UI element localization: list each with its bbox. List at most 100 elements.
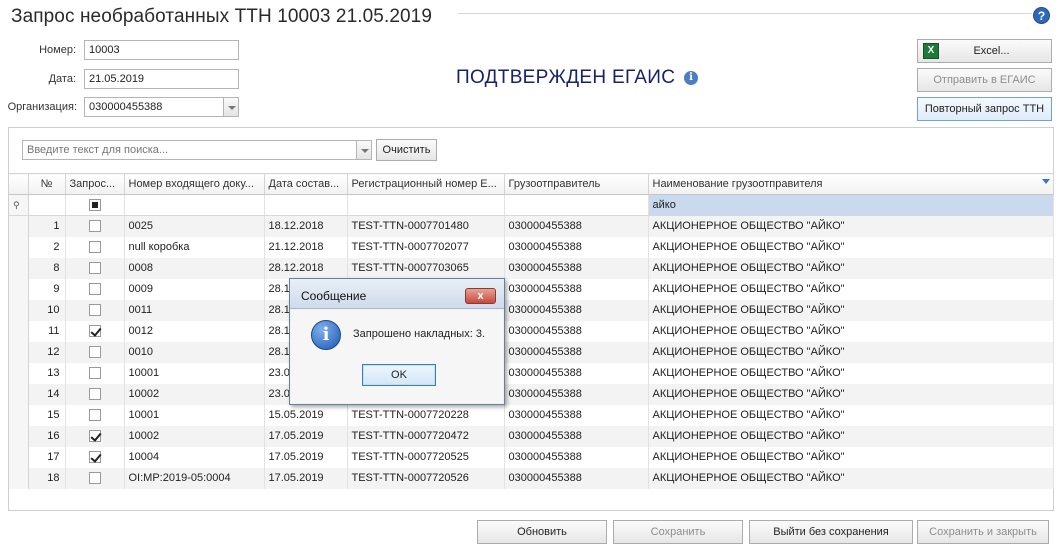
column-header-request[interactable]: Запрос... — [65, 173, 125, 195]
save-button[interactable]: Сохранить — [613, 520, 743, 544]
cell-reg-number[interactable]: TEST-TTN-0007720472 — [347, 425, 505, 447]
cell-number[interactable]: 18 — [28, 467, 66, 489]
cell-date[interactable]: 28.12.2018 — [264, 257, 348, 279]
save-and-close-button[interactable]: Сохранить и закрыть — [917, 520, 1049, 544]
row-indicator[interactable] — [9, 467, 29, 489]
cell-shipper-name[interactable]: АКЦИОНЕРНОЕ ОБЩЕСТВО "АЙКО" — [648, 341, 1054, 363]
cell-number[interactable]: 8 — [28, 257, 66, 279]
table-row[interactable]: 18 OI:MP:2019-05:0004 17.05.2019 TEST-TTN-0… — [9, 467, 1054, 489]
filter-cell-reg-number[interactable] — [347, 194, 505, 216]
row-indicator[interactable] — [9, 320, 29, 342]
cell-shipper[interactable]: 030000455388 — [504, 299, 649, 321]
column-header-date[interactable]: Дата состав... — [264, 173, 348, 195]
cell-shipper[interactable]: 030000455388 — [504, 383, 649, 405]
row-indicator[interactable] — [9, 341, 29, 363]
cell-date[interactable]: 17.05.2019 — [264, 446, 348, 468]
cell-incoming-doc[interactable]: OI:MP:2019-05:0004 — [124, 467, 265, 489]
table-row[interactable]: 10 0011 28.1 030000455388 АКЦИОНЕРНОЕ ОБЩЕСТ… — [9, 299, 1054, 321]
filter-cell-request[interactable] — [65, 194, 125, 216]
cell-date[interactable]: 17.05.2019 — [264, 425, 348, 447]
cell-incoming-doc[interactable]: 0008 — [124, 257, 265, 279]
cell-number[interactable]: 2 — [28, 236, 66, 258]
organization-dropdown-button[interactable] — [223, 97, 239, 117]
column-header-incoming-doc[interactable]: Номер входящего доку... — [124, 173, 265, 195]
cell-incoming-doc[interactable]: 0010 — [124, 341, 265, 363]
request-checkbox[interactable] — [88, 304, 101, 317]
table-row[interactable]: 13 10001 23.0 030000455388 АКЦИОНЕРНОЕ ОБЩЕС… — [9, 362, 1054, 384]
cell-incoming-doc[interactable]: null коробка — [124, 236, 265, 258]
request-checkbox[interactable] — [88, 346, 101, 359]
column-header-reg-number[interactable]: Регистрационный номер Е... — [347, 173, 505, 195]
close-icon[interactable]: x — [465, 288, 496, 304]
row-indicator[interactable] — [9, 362, 29, 384]
cell-shipper-name[interactable]: АКЦИОНЕРНОЕ ОБЩЕСТВО "АЙКО" — [648, 362, 1054, 384]
table-row[interactable]: 8 0008 28.12.2018 TEST-TTN-0007703065 030000… — [9, 257, 1054, 279]
filter-cell-shipper-name[interactable]: айко — [648, 194, 1054, 216]
table-row[interactable]: 12 0010 28.1 030000455388 АКЦИОНЕРНОЕ ОБЩЕСТ… — [9, 341, 1054, 363]
cell-reg-number[interactable]: TEST-TTN-0007701480 — [347, 215, 505, 237]
cell-number[interactable]: 17 — [28, 446, 66, 468]
column-header-shipper[interactable]: Грузоотправитель — [504, 173, 649, 195]
request-checkbox[interactable] — [88, 472, 101, 485]
clear-button[interactable]: Очистить — [376, 139, 437, 161]
row-indicator[interactable] — [9, 383, 29, 405]
cell-incoming-doc[interactable]: 10002 — [124, 425, 265, 447]
row-indicator[interactable] — [9, 278, 29, 300]
cell-shipper-name[interactable]: АКЦИОНЕРНОЕ ОБЩЕСТВО "АЙКО" — [648, 320, 1054, 342]
filter-cell-number[interactable] — [28, 194, 66, 216]
date-field[interactable] — [84, 69, 239, 89]
cell-incoming-doc[interactable]: 0009 — [124, 278, 265, 300]
cell-incoming-doc[interactable]: 10001 — [124, 404, 265, 426]
request-checkbox[interactable] — [88, 220, 101, 233]
table-row[interactable]: 15 10001 15.05.2019 TEST-TTN-0007720228 0300… — [9, 404, 1054, 426]
cell-shipper[interactable]: 030000455388 — [504, 236, 649, 258]
cell-shipper-name[interactable]: АКЦИОНЕРНОЕ ОБЩЕСТВО "АЙКО" — [648, 383, 1054, 405]
number-field[interactable] — [84, 40, 239, 60]
row-indicator[interactable] — [9, 446, 29, 468]
filter-cell-incoming-doc[interactable] — [124, 194, 265, 216]
column-header-shipper-name[interactable]: Наименование грузоотправителя — [648, 173, 1054, 195]
refresh-button[interactable]: Обновить — [477, 520, 607, 544]
row-indicator[interactable] — [9, 404, 29, 426]
cell-date[interactable]: 17.05.2019 — [264, 467, 348, 489]
cell-shipper[interactable]: 030000455388 — [504, 215, 649, 237]
cell-number[interactable]: 10 — [28, 299, 66, 321]
filter-icon[interactable] — [1041, 179, 1050, 184]
cell-number[interactable]: 14 — [28, 383, 66, 405]
table-row[interactable]: 17 10004 17.05.2019 TEST-TTN-0007720525 0300… — [9, 446, 1054, 468]
cell-date[interactable]: 18.12.2018 — [264, 215, 348, 237]
request-checkbox[interactable] — [88, 241, 101, 254]
row-indicator[interactable] — [9, 425, 29, 447]
search-dropdown-button[interactable] — [356, 140, 372, 160]
row-indicator[interactable] — [9, 299, 29, 321]
row-indicator[interactable] — [9, 215, 29, 237]
cell-shipper[interactable]: 030000455388 — [504, 320, 649, 342]
cell-number[interactable]: 11 — [28, 320, 66, 342]
repeat-ttn-request-button[interactable]: Повторный запрос ТТН — [917, 97, 1052, 121]
column-header-number[interactable]: № — [28, 173, 66, 195]
cell-shipper-name[interactable]: АКЦИОНЕРНОЕ ОБЩЕСТВО "АЙКО" — [648, 299, 1054, 321]
cell-reg-number[interactable]: TEST-TTN-0007720228 — [347, 404, 505, 426]
table-row[interactable]: 14 10002 23.0 030000455388 АКЦИОНЕРНОЕ ОБЩЕС… — [9, 383, 1054, 405]
cell-incoming-doc[interactable]: 10002 — [124, 383, 265, 405]
cell-shipper[interactable]: 030000455388 — [504, 341, 649, 363]
cell-shipper-name[interactable]: АКЦИОНЕРНОЕ ОБЩЕСТВО "АЙКО" — [648, 467, 1054, 489]
cell-date[interactable]: 21.12.2018 — [264, 236, 348, 258]
cell-shipper[interactable]: 030000455388 — [504, 467, 649, 489]
table-row[interactable]: 9 0009 28.1 030000455388 АКЦИОНЕРНОЕ ОБЩЕСТВ… — [9, 278, 1054, 300]
cell-reg-number[interactable]: TEST-TTN-0007703065 — [347, 257, 505, 279]
cell-number[interactable]: 13 — [28, 362, 66, 384]
search-input[interactable] — [22, 140, 358, 160]
request-checkbox[interactable] — [88, 409, 101, 422]
excel-button[interactable]: X Excel... — [917, 39, 1052, 63]
cell-reg-number[interactable]: TEST-TTN-0007720526 — [347, 467, 505, 489]
help-icon[interactable]: ? — [1033, 7, 1050, 24]
table-row[interactable]: 2 null коробка 21.12.2018 TEST-TTN-00077020… — [9, 236, 1054, 258]
cell-shipper-name[interactable]: АКЦИОНЕРНОЕ ОБЩЕСТВО "АЙКО" — [648, 278, 1054, 300]
cell-shipper-name[interactable]: АКЦИОНЕРНОЕ ОБЩЕСТВО "АЙКО" — [648, 257, 1054, 279]
filter-checkbox[interactable] — [88, 199, 101, 212]
cell-incoming-doc[interactable]: 10004 — [124, 446, 265, 468]
cell-shipper-name[interactable]: АКЦИОНЕРНОЕ ОБЩЕСТВО "АЙКО" — [648, 404, 1054, 426]
cell-number[interactable]: 12 — [28, 341, 66, 363]
cell-reg-number[interactable]: TEST-TTN-0007720525 — [347, 446, 505, 468]
